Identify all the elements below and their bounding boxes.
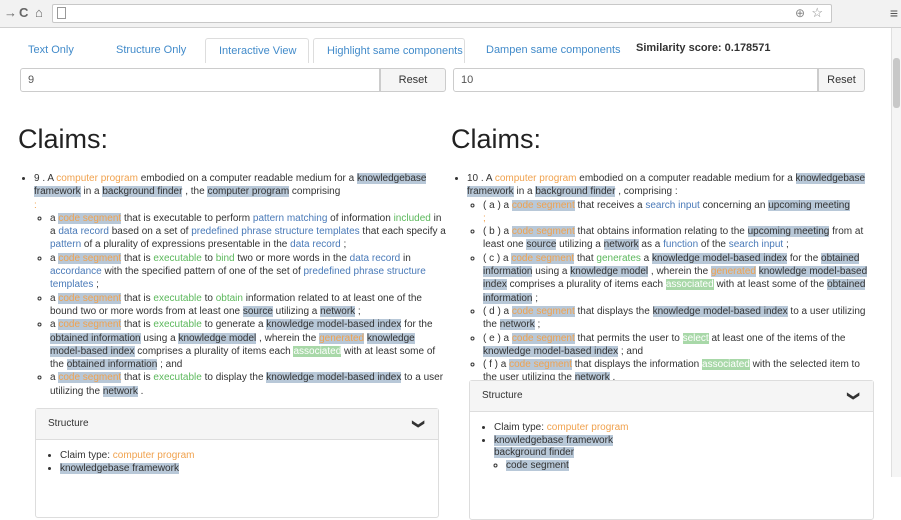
panel-title: Structure	[48, 418, 89, 429]
right-reset-button[interactable]: Reset	[818, 68, 865, 92]
list-item: ( e ) a code segment that permits the us…	[483, 332, 873, 359]
claim-type-label: Claim type:	[494, 422, 547, 433]
back-arrow-icon[interactable]: →	[4, 5, 17, 21]
list-item: ( c ) a code segment that generates a kn…	[483, 252, 873, 305]
right-claim-input[interactable]	[453, 68, 818, 92]
scrollbar-thumb[interactable]	[893, 58, 900, 108]
left-heading: Claims:	[18, 124, 109, 154]
list-item: ( b ) a code segment that obtains inform…	[483, 225, 873, 252]
page-scrollbar[interactable]	[891, 28, 901, 477]
right-heading: Claims:	[451, 124, 542, 154]
page-content: Text Only Structure Only Interactive Vie…	[0, 28, 901, 520]
left-claims-text: 9 . A computer program embodied on a com…	[20, 172, 448, 398]
structure-item: knowledgebase framework	[60, 462, 179, 474]
right-structure-panel: Structure ❯ Claim type: computer program…	[469, 380, 874, 520]
claim-type-label: Claim type:	[60, 450, 113, 461]
left-input-group: Reset	[20, 68, 453, 92]
structure-item: knowledgebase framework	[494, 434, 613, 446]
list-item: a code segment that is executable to gen…	[50, 318, 448, 371]
similarity-score: Similarity score: 0.178571	[636, 42, 771, 54]
panel-body: Claim type: computer program knowledgeba…	[470, 412, 873, 472]
address-bar[interactable]: ⊕ ☆	[52, 4, 832, 23]
menu-icon[interactable]: ≡	[890, 5, 898, 21]
claim-item: 10 . A computer program embodied on a co…	[467, 172, 873, 385]
left-column: Reset Claims: 9 . A computer program emb…	[18, 68, 453, 518]
home-icon[interactable]: ⌂	[35, 5, 43, 21]
tab-highlight-same[interactable]: Highlight same components	[313, 38, 465, 63]
tab-structure-only[interactable]: Structure Only	[103, 38, 199, 63]
list-item: a code segment that is executable to obt…	[50, 292, 448, 319]
browser-toolbar: → C ⌂ ⊕ ☆ ≡	[0, 0, 901, 28]
tab-dampen-same[interactable]: Dampen same components	[473, 38, 634, 63]
list-item: ( d ) a code segment that displays the k…	[483, 305, 873, 332]
star-icon[interactable]: ☆	[811, 5, 823, 21]
reload-icon[interactable]: C	[19, 5, 28, 21]
structure-item: background finder	[494, 447, 575, 458]
tab-text-only[interactable]: Text Only	[15, 38, 87, 63]
right-column: Reset Claims: 10 . A computer program em…	[451, 68, 886, 520]
list-item: ( a ) a code segment that receives a sea…	[483, 199, 873, 226]
list-item: Claim type: computer program	[494, 422, 873, 435]
tab-interactive-view[interactable]: Interactive View	[205, 38, 309, 63]
list-item: a code segment that is executable to per…	[50, 212, 448, 252]
panel-header[interactable]: Structure ❯	[470, 381, 873, 412]
list-item: knowledgebase framework	[60, 462, 438, 476]
list-item: a code segment that is executable to dis…	[50, 371, 448, 398]
chevron-down-icon[interactable]: ❯	[839, 391, 869, 401]
left-reset-button[interactable]: Reset	[380, 68, 446, 92]
right-claims-text: 10 . A computer program embodied on a co…	[453, 172, 873, 385]
panel-header[interactable]: Structure ❯	[36, 409, 438, 440]
left-claim-input[interactable]	[20, 68, 380, 92]
left-structure-panel: Structure ❯ Claim type: computer program…	[35, 408, 439, 518]
list-item: code segment	[506, 459, 873, 473]
panel-body: Claim type: computer program knowledgeba…	[36, 440, 438, 475]
list-item: a code segment that is executable to bin…	[50, 252, 448, 292]
structure-subitem: code segment	[506, 459, 569, 471]
chevron-down-icon[interactable]: ❯	[404, 419, 434, 429]
list-item: knowledgebase frameworkbackground finder…	[494, 434, 873, 473]
panel-title: Structure	[482, 390, 523, 401]
list-item: Claim type: computer program	[60, 450, 438, 463]
claim-type-value: computer program	[546, 422, 629, 433]
page-icon	[57, 7, 66, 19]
zoom-icon[interactable]: ⊕	[795, 6, 805, 20]
claim-item: 9 . A computer program embodied on a com…	[34, 172, 448, 398]
claim-type-value: computer program	[112, 450, 195, 461]
right-input-group: Reset	[453, 68, 886, 92]
